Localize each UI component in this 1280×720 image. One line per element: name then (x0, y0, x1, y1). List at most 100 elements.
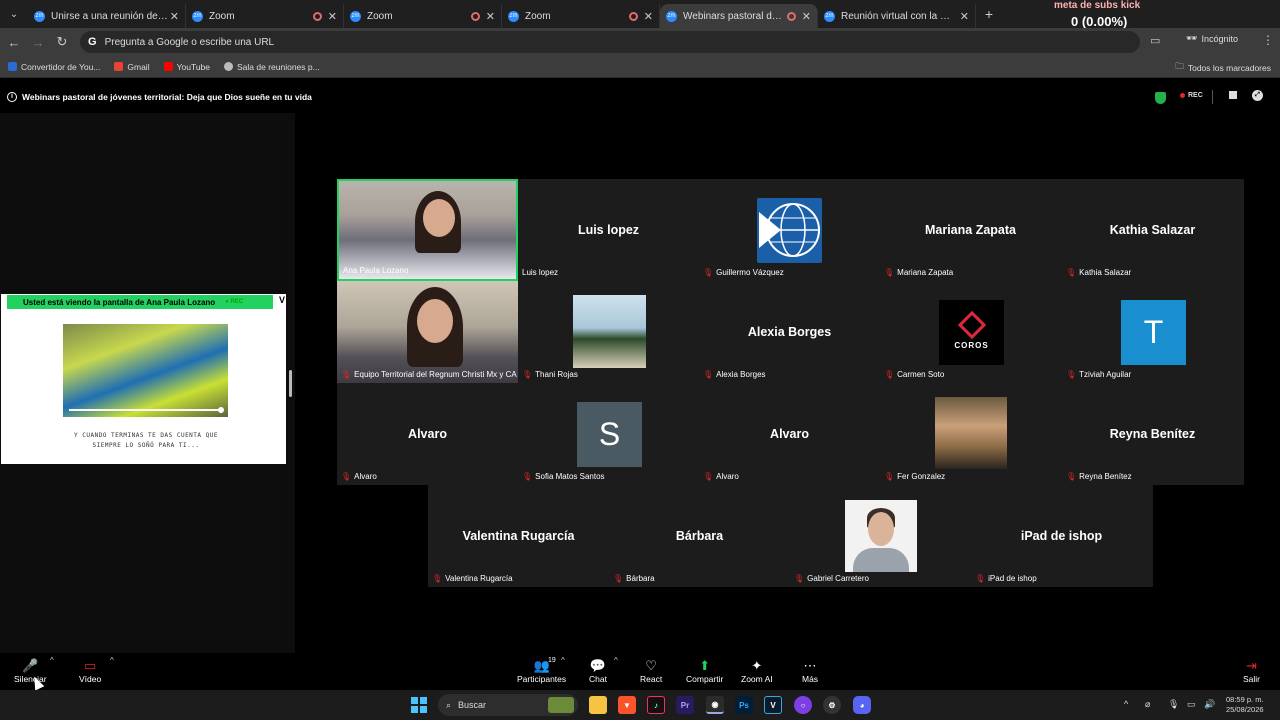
steam-icon[interactable]: ⚙ (823, 696, 841, 714)
bookmark-label: Sala de reuniones p... (237, 61, 320, 72)
participant-tile[interactable]: Ana Paula Lozano (337, 179, 518, 281)
new-tab-button[interactable]: + (976, 6, 1002, 22)
recording-status[interactable]: REC (1180, 92, 1203, 99)
tray-display-icon[interactable]: ▭ (1187, 699, 1196, 710)
participant-tile[interactable]: 🎙 Gabriel Carretero (790, 485, 971, 587)
browser-tab-active[interactable]: zm Webinars pastoral de jóvenes ✕ (660, 4, 818, 28)
info-icon[interactable]: i (7, 92, 17, 102)
tab-close-icon[interactable]: ✕ (486, 10, 495, 23)
all-bookmarks-label: Todos los marcadores (1187, 63, 1271, 73)
bookmark-item[interactable]: YouTube (163, 62, 210, 72)
chat-button[interactable]: 💬 Chat (589, 657, 607, 685)
browser-tab[interactable]: zm Zoom ✕ (344, 4, 502, 28)
chrome-icon[interactable]: ◉ (706, 696, 724, 714)
participant-tile[interactable]: Bárbara 🎙 Bárbara (609, 485, 790, 587)
more-button[interactable]: ⋯ Más (802, 657, 818, 685)
participants-options-chevron-icon[interactable]: ^ (561, 656, 565, 665)
browser-tab[interactable]: zm Reunión virtual con la Comunic ✕ (818, 4, 976, 28)
side-panel-icon[interactable]: ▭ (1150, 34, 1160, 47)
meeting-info-bar: i Webinars pastoral de jóvenes territori… (0, 86, 1280, 108)
participant-name: Luis lopez (522, 268, 558, 277)
tab-close-icon[interactable]: ✕ (328, 10, 337, 23)
zoom-ai-button[interactable]: ✦ Zoom AI (741, 657, 773, 685)
share-banner[interactable]: Usted está viendo la pantalla de Ana Pau… (7, 295, 273, 309)
shared-screen-view[interactable]: Usted está viendo la pantalla de Ana Pau… (1, 294, 286, 464)
bookmark-item[interactable]: Gmail (114, 62, 150, 72)
participant-tile[interactable]: Luis lopez Luis lopez (518, 179, 699, 281)
caption-line: Y CUANDO TERMINAS TE DAS CUENTA QUE (74, 432, 218, 439)
panel-resize-handle[interactable] (289, 370, 292, 397)
purple-app-icon[interactable]: ○ (794, 696, 812, 714)
participant-tile[interactable]: Alvaro 🎙 Alvaro (699, 383, 880, 485)
omnibox-input[interactable]: G Pregunta a Google o escribe una URL (80, 31, 1140, 53)
participant-name: 🎙 Valentina Rugarcía (432, 574, 513, 583)
react-button[interactable]: ♡ React (640, 657, 662, 685)
tiktok-icon[interactable]: ♪ (647, 696, 665, 714)
participants-button[interactable]: 👥 Participantes (517, 657, 566, 685)
brave-browser-icon[interactable]: ▼ (618, 696, 636, 714)
video-progress-bar[interactable] (69, 409, 222, 411)
participant-tile[interactable]: S 🎙 Sofia Matos Santos (518, 383, 699, 485)
globe-icon (224, 62, 233, 71)
incognito-badge[interactable]: 🕶 Incógnito (1186, 33, 1238, 44)
file-explorer-icon[interactable] (589, 696, 607, 714)
participant-tile[interactable]: 🎙 Guillermo Vázquez (699, 179, 880, 281)
exit-icon: ⇥ (1246, 657, 1257, 673)
view-options-button[interactable]: V (279, 295, 285, 305)
gmail-icon (114, 62, 124, 71)
participant-tile[interactable]: 🎙 Fer Gonzalez (880, 383, 1061, 485)
taskbar-clock[interactable]: 08:59 p. m. 25/08/2026 (1226, 695, 1264, 715)
video-progress-knob[interactable] (218, 407, 224, 413)
participant-tile[interactable]: T 🎙 Tziviah Aguilar (1062, 281, 1243, 383)
all-bookmarks-button[interactable]: 🗀 Todos los marcadores (1175, 61, 1271, 75)
participant-tile[interactable]: Mariana Zapata 🎙 Mariana Zapata (880, 179, 1061, 281)
share-screen-button[interactable]: ⬆ Compartir (686, 657, 723, 685)
leave-label: Salir (1243, 674, 1261, 684)
tray-chevron-icon[interactable]: ^ (1124, 699, 1128, 709)
participant-tile[interactable]: Alexia Borges 🎙 Alexia Borges (699, 281, 880, 383)
participant-tile[interactable]: Kathia Salazar 🎙 Kathia Salazar (1062, 179, 1243, 281)
mic-muted-icon: 🎙 (703, 268, 714, 277)
back-arrow-icon[interactable]: ← (2, 35, 26, 50)
chat-options-chevron-icon[interactable]: ^ (614, 656, 618, 665)
participant-tile[interactable]: COROS 🎙 Carmen Soto (880, 281, 1061, 383)
tab-close-icon[interactable]: ✕ (802, 10, 811, 23)
browser-tab[interactable]: zm Zoom ✕ (186, 4, 344, 28)
view-layout-icon[interactable] (1229, 91, 1237, 99)
leave-button[interactable]: ⇥ Salir (1243, 657, 1261, 685)
bookmark-item[interactable]: Convertidor de You... (8, 62, 100, 72)
participant-tile[interactable]: iPad de ishop 🎙 iPad de ishop (971, 485, 1152, 587)
browser-tab[interactable]: zm Unirse a una reunión de Zoom ✕ (28, 4, 186, 28)
forward-arrow-icon[interactable]: → (26, 35, 50, 50)
fullscreen-icon[interactable]: ⤢ (1252, 90, 1263, 101)
tab-close-icon[interactable]: ✕ (644, 10, 653, 23)
tab-close-icon[interactable]: ✕ (960, 10, 969, 23)
tray-mic-icon[interactable]: 🎙 (1168, 699, 1179, 710)
participant-tile[interactable]: Alvaro 🎙 Alvaro (337, 383, 518, 485)
browser-tab[interactable]: zm Zoom ✕ (502, 4, 660, 28)
participant-tile[interactable]: Reyna Benítez 🎙 Reyna Benítez (1062, 383, 1243, 485)
tray-volume-icon[interactable]: 🔊 (1204, 699, 1215, 710)
photoshop-icon[interactable]: Ps (735, 696, 753, 714)
windows-start-icon[interactable] (410, 696, 428, 714)
tab-search-button[interactable]: ⌄ (0, 0, 28, 28)
reload-icon[interactable]: ↻ (50, 34, 74, 50)
meeting-toolbar: 🎤 Silenciar ^ ▭ Vídeo ^ 👥 Participantes … (0, 653, 1280, 690)
premiere-pro-icon[interactable]: Pr (676, 696, 694, 714)
video-off-icon: ▭ (83, 657, 97, 673)
divider (1212, 90, 1213, 104)
bookmark-item[interactable]: Sala de reuniones p... (224, 62, 320, 72)
video-options-chevron-icon[interactable]: ^ (110, 656, 114, 665)
participant-tile[interactable]: 🎙 Thani Rojas (518, 281, 699, 383)
participant-tile[interactable]: 🎙 Equipo Territorial del Regnum Christi M… (337, 281, 518, 383)
vectorworks-icon[interactable]: V (764, 696, 782, 714)
discord-icon[interactable]: ◕ (853, 696, 871, 714)
participant-tile[interactable]: Valentina Rugarcía 🎙 Valentina Rugarcía (428, 485, 609, 587)
audio-options-chevron-icon[interactable]: ^ (50, 656, 54, 665)
security-shield-icon[interactable] (1155, 92, 1166, 104)
tab-close-icon[interactable]: ✕ (170, 10, 179, 23)
tray-network-icon[interactable]: ⌀ (1145, 699, 1150, 710)
video-button[interactable]: ▭ Vídeo (79, 657, 101, 685)
taskbar-search[interactable]: ⌕ Buscar (438, 694, 578, 716)
browser-menu-icon[interactable]: ⋮ (1262, 33, 1274, 47)
